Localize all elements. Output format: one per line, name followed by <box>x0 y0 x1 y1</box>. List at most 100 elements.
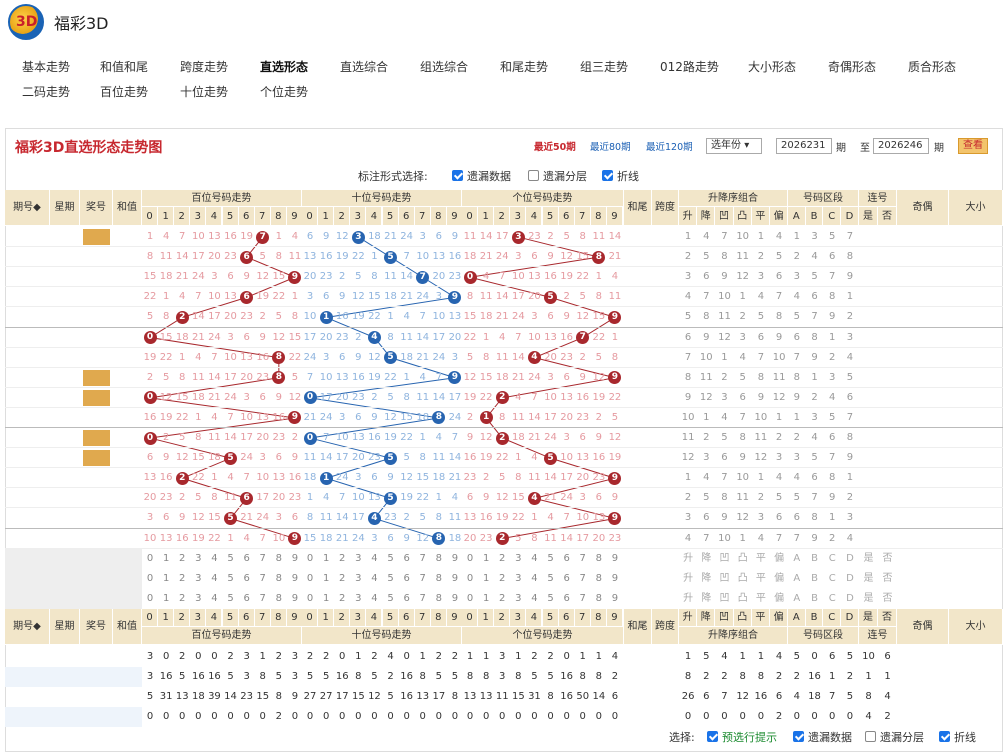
preselect-digit[interactable]: 8 <box>591 569 607 589</box>
preselect-digit[interactable]: 3 <box>350 589 366 609</box>
preselect-digit[interactable]: 6 <box>239 549 255 569</box>
preselect-digit[interactable]: 0 <box>302 549 318 569</box>
checkbox-icon[interactable] <box>793 731 804 742</box>
preselect-digit[interactable]: 7 <box>255 589 271 609</box>
preselect-digit[interactable]: 3 <box>510 589 526 609</box>
preselect-digit[interactable]: 0 <box>142 549 158 569</box>
range-50[interactable]: 最近50期 <box>534 139 576 153</box>
preselect-digit[interactable]: 8 <box>271 589 287 609</box>
preselect-digit[interactable]: 2 <box>334 589 350 609</box>
preselect-digit[interactable]: 7 <box>415 589 431 609</box>
preselect-digit[interactable]: 7 <box>255 569 271 589</box>
preselect-digit[interactable]: 8 <box>591 589 607 609</box>
opt-line[interactable]: 折线 <box>602 168 639 184</box>
preselect-digit[interactable]: 8 <box>271 569 287 589</box>
preselect-digit[interactable]: 9 <box>607 589 623 609</box>
preselect-digit[interactable]: 2 <box>494 569 510 589</box>
opt-missing-2[interactable]: 遗漏数据 <box>793 729 852 745</box>
preselect-digit[interactable]: 9 <box>287 549 303 569</box>
preselect-digit[interactable]: 3 <box>190 569 206 589</box>
preselect-digit[interactable]: 0 <box>462 569 478 589</box>
query-button[interactable]: 查看 <box>958 138 988 154</box>
preselect-digit[interactable]: 4 <box>526 569 542 589</box>
nav-item[interactable]: 直选形态 <box>260 58 308 75</box>
preselect-digit[interactable]: 7 <box>575 589 591 609</box>
checkbox-icon[interactable] <box>528 170 539 181</box>
nav-item[interactable]: 直选综合 <box>340 58 388 75</box>
preselect-digit[interactable]: 1 <box>318 549 334 569</box>
nav-item[interactable]: 组三走势 <box>580 58 628 75</box>
from-issue-input[interactable]: 2026231 <box>776 138 832 154</box>
nav-item[interactable]: 奇偶形态 <box>828 58 876 75</box>
preselect-digit[interactable]: 0 <box>302 569 318 589</box>
preselect-digit[interactable]: 1 <box>158 569 174 589</box>
year-select[interactable]: 选年份 ▾ <box>706 138 762 154</box>
preselect-digit[interactable]: 8 <box>591 549 607 569</box>
preselect-digit[interactable]: 5 <box>383 549 399 569</box>
nav-item[interactable]: 二码走势 <box>22 83 70 100</box>
preselect-digit[interactable]: 1 <box>158 549 174 569</box>
checkbox-icon[interactable] <box>452 170 463 181</box>
opt-missing[interactable]: 遗漏数据 <box>452 168 511 184</box>
checkbox-icon[interactable] <box>602 170 613 181</box>
preselect-digit[interactable]: 2 <box>174 589 190 609</box>
preselect-digit[interactable]: 1 <box>318 569 334 589</box>
preselect-digit[interactable]: 3 <box>350 549 366 569</box>
preselect-digit[interactable]: 7 <box>415 569 431 589</box>
preselect-digit[interactable]: 2 <box>174 549 190 569</box>
preselect-digit[interactable]: 6 <box>559 549 575 569</box>
opt-layer-2[interactable]: 遗漏分层 <box>865 729 924 745</box>
preselect-digit[interactable]: 7 <box>255 549 271 569</box>
preselect-digit[interactable]: 9 <box>447 549 463 569</box>
preselect-digit[interactable]: 6 <box>399 549 415 569</box>
preselect-digit[interactable]: 6 <box>559 569 575 589</box>
nav-item[interactable]: 012路走势 <box>660 58 719 75</box>
nav-item[interactable]: 和值和尾 <box>100 58 148 75</box>
preselect-digit[interactable]: 4 <box>206 589 222 609</box>
preselect-digit[interactable]: 3 <box>190 589 206 609</box>
preselect-digit[interactable]: 1 <box>478 549 494 569</box>
preselect-digit[interactable]: 3 <box>190 549 206 569</box>
preselect-digit[interactable]: 5 <box>223 589 239 609</box>
nav-item[interactable]: 基本走势 <box>22 58 70 75</box>
preselect-digit[interactable]: 4 <box>526 589 542 609</box>
preselect-digit[interactable]: 1 <box>478 589 494 609</box>
preselect-digit[interactable]: 5 <box>543 569 559 589</box>
preselect-digit[interactable]: 6 <box>559 589 575 609</box>
preselect-digit[interactable]: 5 <box>383 589 399 609</box>
checkbox-icon[interactable] <box>865 731 876 742</box>
preselect-digit[interactable]: 1 <box>318 589 334 609</box>
preselect-digit[interactable]: 5 <box>223 569 239 589</box>
preselect-digit[interactable]: 9 <box>287 589 303 609</box>
preselect-digit[interactable]: 0 <box>302 589 318 609</box>
preselect-digit[interactable]: 5 <box>223 549 239 569</box>
nav-item[interactable]: 跨度走势 <box>180 58 228 75</box>
preselect-digit[interactable]: 2 <box>174 569 190 589</box>
preselect-digit[interactable]: 2 <box>334 549 350 569</box>
preselect-digit[interactable]: 9 <box>607 569 623 589</box>
preselect-digit[interactable]: 1 <box>478 569 494 589</box>
preselect-digit[interactable]: 5 <box>383 569 399 589</box>
nav-item[interactable]: 质合形态 <box>908 58 956 75</box>
checkbox-icon[interactable] <box>939 731 950 742</box>
preselect-digit[interactable]: 5 <box>543 589 559 609</box>
preselect-digit[interactable]: 3 <box>350 569 366 589</box>
preselect-digit[interactable]: 9 <box>447 569 463 589</box>
preselect-digit[interactable]: 5 <box>543 549 559 569</box>
preselect-digit[interactable]: 8 <box>431 569 447 589</box>
preselect-digit[interactable]: 0 <box>142 589 158 609</box>
preselect-digit[interactable]: 7 <box>575 569 591 589</box>
preselect-digit[interactable]: 6 <box>239 589 255 609</box>
preselect-digit[interactable]: 0 <box>142 569 158 589</box>
preselect-digit[interactable]: 1 <box>158 589 174 609</box>
opt-presel[interactable]: 预选行提示 <box>707 729 777 745</box>
preselect-digit[interactable]: 8 <box>431 589 447 609</box>
to-issue-input[interactable]: 2026246 <box>873 138 929 154</box>
range-80[interactable]: 最近80期 <box>590 139 631 153</box>
preselect-digit[interactable]: 7 <box>575 549 591 569</box>
preselect-digit[interactable]: 2 <box>334 569 350 589</box>
preselect-digit[interactable]: 4 <box>366 589 382 609</box>
preselect-digit[interactable]: 4 <box>206 549 222 569</box>
nav-item[interactable]: 组选综合 <box>420 58 468 75</box>
opt-layer[interactable]: 遗漏分层 <box>528 168 587 184</box>
